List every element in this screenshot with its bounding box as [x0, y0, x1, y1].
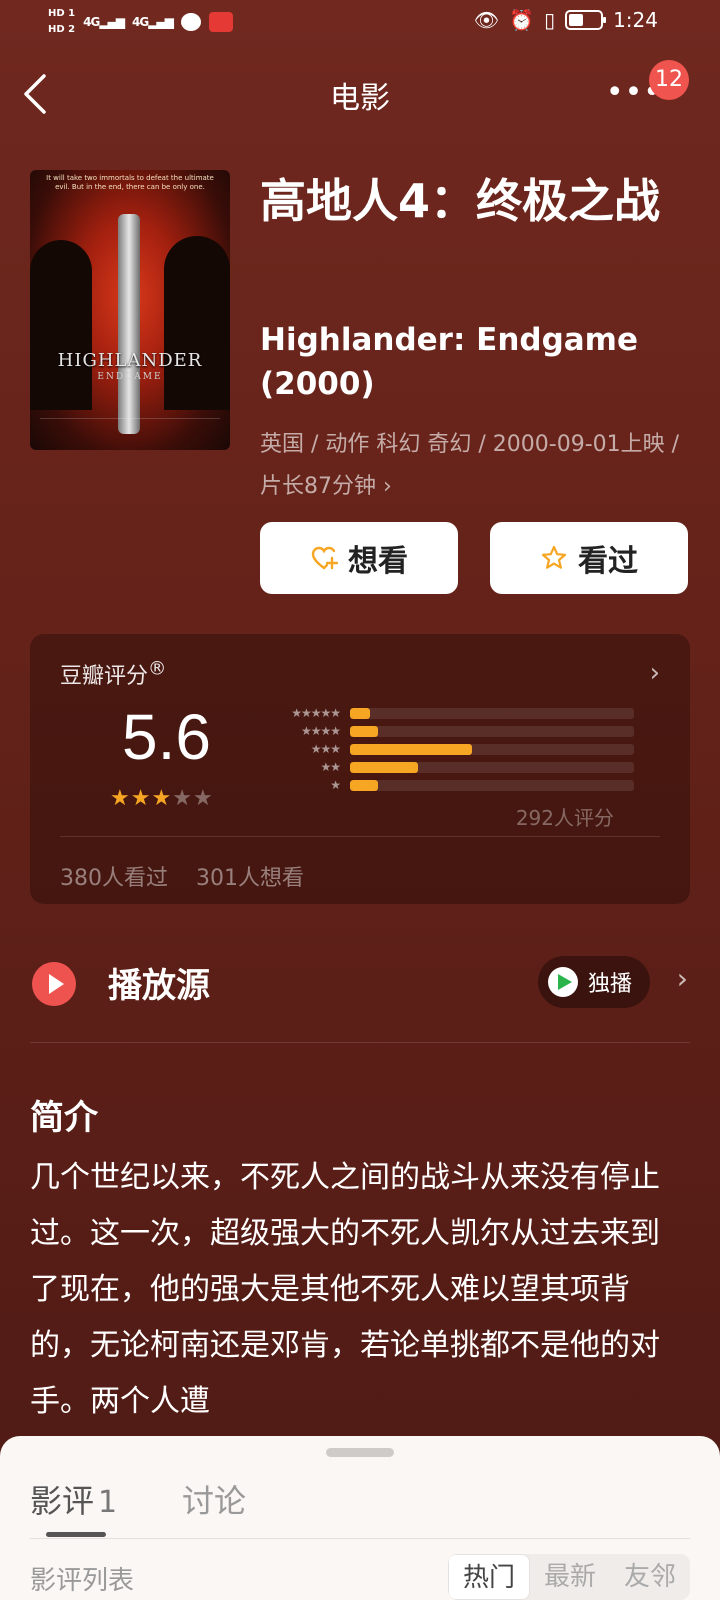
signal-2-icon: 4G▂▄▆	[132, 15, 174, 29]
distribution-track	[350, 779, 634, 791]
distribution-track	[350, 761, 634, 773]
movie-meta[interactable]: 英国 / 动作 科幻 奇幻 / 2000-09-01上映 / 片长87分钟 ›	[260, 424, 680, 508]
poster-sublogo: ENDGAME	[97, 372, 163, 382]
sort-new-button[interactable]: 最新	[530, 1554, 610, 1600]
play-icon	[32, 962, 76, 1006]
distribution-row: ★★★★	[250, 722, 650, 740]
distribution-row: ★★	[250, 758, 650, 776]
registered-mark: ®	[148, 658, 167, 680]
notification-badge: 12	[649, 60, 689, 100]
seen-label: 看过	[578, 544, 638, 579]
battery-icon	[565, 10, 607, 30]
sort-segmented-control: 热门 最新 友邻	[447, 1554, 690, 1600]
poster-sword	[118, 214, 140, 434]
play-source-title: 播放源	[108, 966, 210, 1006]
star-filled-icon: ★	[130, 786, 152, 811]
movie-title-cn: 高地人4：终极之战	[260, 174, 661, 228]
sort-hot-button[interactable]: 热门	[447, 1554, 530, 1600]
star-empty-icon: ★	[172, 786, 193, 811]
eye-icon: 👁	[473, 8, 500, 32]
status-right: 👁 ⏰ ▯ 1:24	[474, 8, 658, 32]
distribution-bar	[350, 707, 370, 719]
poster-figure-right	[164, 236, 230, 410]
section-divider	[30, 1042, 690, 1043]
wish-count: 301人想看	[196, 866, 304, 891]
star-filled-icon: ★	[110, 786, 131, 811]
watched-count: 380人看过	[60, 866, 168, 891]
distribution-stars-label: ★★★★★	[291, 706, 341, 720]
distribution-row: ★	[250, 776, 650, 794]
distribution-track	[350, 725, 634, 737]
chevron-right-icon[interactable]: ›	[650, 658, 660, 688]
sort-friends-button[interactable]: 友邻	[610, 1554, 690, 1600]
review-list-label: 影评列表	[30, 1566, 135, 1596]
alarm-icon: ⏰	[509, 8, 535, 32]
rating-card[interactable]: 豆瓣评分® › 5.6 ★★★★★ ★★★★★ ★★★★ ★★★ ★★ ★ 292人评分…	[30, 634, 690, 904]
clock: 1:24	[613, 8, 658, 32]
distribution-stars-label: ★★	[320, 760, 341, 774]
star-empty-icon: ★	[192, 786, 214, 811]
poster-credits	[40, 418, 220, 440]
tab-discussion[interactable]: 讨论	[182, 1476, 246, 1522]
distribution-stars-label: ★★★	[310, 742, 341, 756]
poster-tagline: It will take two immortals to defeat the…	[46, 174, 214, 191]
distribution-bar	[350, 779, 379, 791]
tencent-video-icon	[547, 967, 578, 997]
rating-label-text: 豆瓣评分	[60, 664, 149, 689]
want-to-watch-button[interactable]: 想看	[260, 522, 458, 594]
star-outline-icon	[541, 545, 567, 569]
signal-2-label: 4G	[132, 15, 149, 29]
tab-reviews-label: 影评	[30, 1482, 95, 1520]
hd-indicator: HD 1 HD 2	[48, 6, 75, 38]
distribution-track	[350, 707, 634, 719]
tab-reviews[interactable]: 影评 1	[30, 1476, 117, 1522]
hd-2-label: HD 2	[48, 24, 76, 35]
movie-title-en: Highlander: Endgame (2000)	[260, 322, 639, 402]
intro-title: 简介	[30, 1098, 98, 1138]
bottom-sheet[interactable]: 影评 1 讨论 影评列表 热门 最新 友邻	[0, 1436, 720, 1600]
vibrate-icon: ▯	[544, 8, 556, 32]
watched-button[interactable]: 看过	[490, 522, 688, 594]
rating-label: 豆瓣评分®	[60, 658, 166, 690]
distribution-track	[350, 743, 634, 755]
distribution-bar	[350, 761, 419, 773]
signal-1-icon: 4G▂▄▆	[83, 15, 125, 29]
play-source-row[interactable]: 播放源 独播 ›	[30, 954, 690, 1034]
signal-1-label: 4G	[83, 15, 100, 29]
sheet-divider	[30, 1538, 690, 1539]
distribution-bar	[350, 743, 473, 755]
want-label: 想看	[348, 544, 408, 579]
rating-footer: 380人看过 301人想看	[60, 860, 304, 892]
distribution-row: ★★★★★	[250, 704, 650, 722]
rating-count: 292人评分	[515, 806, 614, 830]
intro-text[interactable]: 几个世纪以来，不死人之间的战斗从来没有停止过。这一次，超级强大的不死人凯尔从过去…	[30, 1150, 670, 1430]
distribution-bar	[350, 725, 379, 737]
poster-figure-left	[30, 240, 92, 410]
status-bar: HD 1 HD 2 4G▂▄▆ 4G▂▄▆ 👁 ⏰ ▯ 1:24	[0, 0, 720, 50]
tab-reviews-count: 1	[98, 1485, 118, 1520]
hd-1-label: HD 1	[48, 8, 76, 19]
rating-distribution: ★★★★★ ★★★★ ★★★ ★★ ★	[250, 704, 650, 794]
nav-bar: 电影 ••• 12	[0, 55, 720, 135]
sheet-handle[interactable]	[326, 1448, 394, 1457]
rating-divider	[60, 836, 660, 837]
source-label: 独播	[587, 972, 632, 997]
source-pill[interactable]: 独播	[537, 956, 650, 1008]
rating-score: 5.6	[122, 701, 211, 773]
movie-poster[interactable]: It will take two immortals to defeat the…	[30, 170, 230, 450]
distribution-stars-label: ★	[330, 778, 341, 792]
tab-indicator	[46, 1532, 106, 1537]
heart-plus-icon	[311, 546, 338, 570]
distribution-row: ★★★	[250, 740, 650, 758]
message-icon	[180, 13, 201, 31]
star-filled-icon: ★	[151, 786, 173, 811]
rating-stars: ★★★★★	[110, 786, 214, 811]
app-notification-icon	[208, 12, 233, 32]
distribution-stars-label: ★★★★	[300, 724, 341, 738]
poster-logo: HIGHLANDER	[57, 350, 203, 371]
chevron-right-icon[interactable]: ›	[677, 962, 688, 995]
status-left: HD 1 HD 2 4G▂▄▆ 4G▂▄▆	[48, 6, 233, 38]
